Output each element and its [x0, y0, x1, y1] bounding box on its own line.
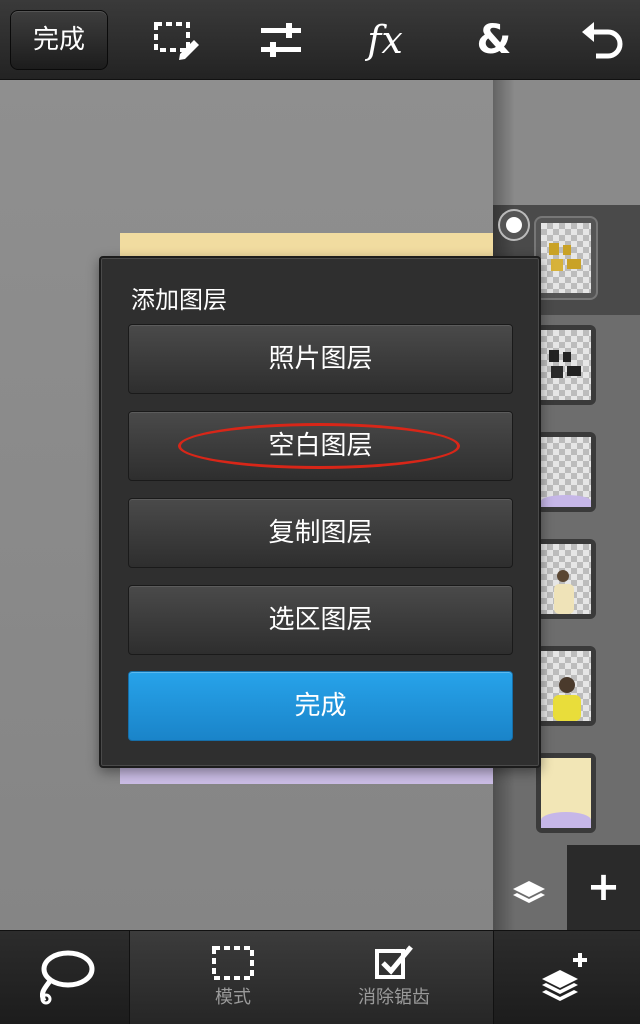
selection-edit-icon[interactable] [146, 10, 206, 70]
layers-stack-button[interactable] [493, 845, 565, 930]
text-art-icon [549, 350, 581, 378]
mode-button[interactable]: 模式 [185, 931, 281, 1024]
top-toolbar: 完成 fx & [0, 0, 640, 80]
lasso-button[interactable] [0, 931, 130, 1024]
fx-icon[interactable]: fx [355, 10, 415, 70]
add-layer-dialog: 添加图层 照片图层 空白图层 复制图层 选区图层 完成 [99, 256, 541, 768]
layers-icon [513, 881, 545, 903]
layer-thumbnail[interactable] [536, 539, 596, 619]
antialias-label: 消除锯齿 [358, 987, 430, 1008]
annotation-ellipse [178, 423, 460, 469]
selection-layer-button[interactable]: 选区图层 [128, 585, 513, 655]
sliders-icon[interactable] [251, 10, 311, 70]
fx-icon-label: fx [367, 18, 403, 62]
mode-label: 模式 [215, 987, 251, 1008]
layer-thumbnail[interactable] [536, 218, 596, 298]
lasso-icon [39, 950, 95, 1005]
blend-icon-label: & [476, 17, 512, 63]
done-button[interactable]: 完成 [10, 10, 108, 70]
dialog-title: 添加图层 [131, 286, 227, 314]
layer-thumbnail[interactable] [536, 753, 596, 833]
photo-layer-button[interactable]: 照片图层 [128, 324, 513, 394]
blend-icon[interactable]: & [464, 10, 524, 70]
new-layer-button[interactable] [493, 931, 640, 1024]
layer-thumbnail[interactable] [536, 646, 596, 726]
add-layer-button[interactable]: + [567, 845, 640, 930]
dialog-done-button[interactable]: 完成 [128, 671, 513, 741]
antialias-button[interactable]: 消除锯齿 [344, 931, 444, 1024]
checkbox-checked-icon [375, 945, 413, 979]
person-image [553, 677, 581, 721]
text-art-icon [549, 243, 581, 271]
opacity-slider-knob[interactable] [500, 211, 528, 239]
layer-thumbnail[interactable] [536, 432, 596, 512]
layer-thumbnail[interactable] [536, 325, 596, 405]
layers-plus-icon [542, 953, 587, 1001]
bottom-toolbar: 模式 消除锯齿 [0, 930, 640, 1024]
duplicate-layer-button[interactable]: 复制图层 [128, 498, 513, 568]
marquee-icon [212, 946, 254, 980]
undo-icon[interactable] [570, 10, 630, 70]
person-image [554, 570, 574, 614]
